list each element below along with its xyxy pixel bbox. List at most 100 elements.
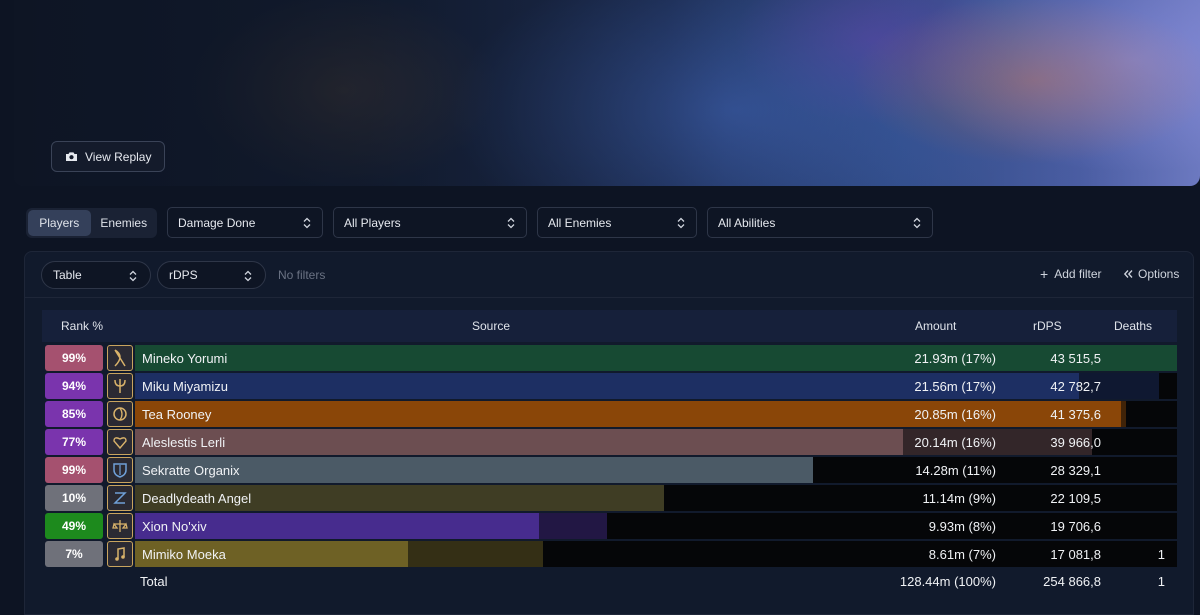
- player-amount: 21.93m (17%): [914, 351, 996, 366]
- damage-bar-track: [135, 373, 1177, 399]
- player-amount: 8.61m (7%): [928, 547, 996, 562]
- damage-bar-track: [135, 541, 1177, 567]
- add-filter-button[interactable]: + Add filter: [1040, 267, 1102, 281]
- spec-icon-frame: [107, 345, 133, 371]
- shield-icon: [113, 463, 127, 478]
- table-row[interactable]: 85% Tea Rooney 20.85m (16%) 41 375,6: [43, 400, 1177, 428]
- player-name[interactable]: Tea Rooney: [142, 407, 211, 422]
- plus-icon: +: [1040, 266, 1049, 282]
- spec-icon-frame: [107, 485, 133, 511]
- spec-icon-frame: [107, 373, 133, 399]
- damage-bar-track: [135, 429, 1177, 455]
- rank-badge: 7%: [45, 541, 103, 567]
- spec-icon-frame: [107, 457, 133, 483]
- add-filter-label: Add filter: [1054, 267, 1102, 281]
- tab-players[interactable]: Players: [28, 210, 91, 236]
- enemies-select-value: All Enemies: [548, 215, 612, 230]
- view-select[interactable]: Table: [41, 261, 151, 289]
- view-select-value: Table: [53, 268, 82, 282]
- damage-bar-track: [135, 513, 1177, 539]
- player-name[interactable]: Mineko Yorumi: [142, 351, 227, 366]
- column-deaths[interactable]: Deaths: [1114, 319, 1152, 333]
- chevron-updown-icon: [677, 217, 685, 229]
- player-amount: 11.14m (9%): [922, 491, 996, 506]
- options-label: Options: [1138, 267, 1180, 281]
- no-filters-text: No filters: [278, 268, 326, 282]
- column-rdps[interactable]: rDPS: [1033, 319, 1062, 333]
- metric-select-value: Damage Done: [178, 215, 256, 230]
- player-name[interactable]: Miku Miyamizu: [142, 379, 228, 394]
- scales-icon: [112, 520, 128, 532]
- player-name[interactable]: Xion No'xiv: [142, 519, 207, 534]
- replay-banner: [14, 0, 1200, 186]
- view-replay-label: View Replay: [85, 149, 152, 164]
- column-source[interactable]: Source: [472, 319, 510, 333]
- spec-icon-frame: [107, 429, 133, 455]
- spec-icon-frame: [107, 541, 133, 567]
- abilities-select[interactable]: All Abilities: [707, 207, 933, 238]
- view-replay-button[interactable]: View Replay: [51, 141, 165, 172]
- total-deaths: 1: [1157, 574, 1165, 589]
- table-row[interactable]: 10% Deadlydeath Angel 11.14m (9%) 22 109…: [43, 484, 1177, 512]
- column-rank[interactable]: Rank %: [61, 319, 103, 333]
- enemies-select[interactable]: All Enemies: [537, 207, 697, 238]
- abilities-select-value: All Abilities: [718, 215, 776, 230]
- camera-icon: [66, 152, 77, 161]
- player-rdps: 43 515,5: [1050, 351, 1101, 366]
- double-chevron-left-icon: [1123, 270, 1133, 278]
- players-select-value: All Players: [344, 215, 401, 230]
- chevron-updown-icon: [244, 270, 252, 282]
- rank-badge: 99%: [45, 345, 103, 371]
- chevron-updown-icon: [303, 217, 311, 229]
- stat-select-value: rDPS: [169, 268, 198, 282]
- rank-badge: 77%: [45, 429, 103, 455]
- player-name[interactable]: Aleslestis Lerli: [142, 435, 225, 450]
- metric-select[interactable]: Damage Done: [167, 207, 323, 238]
- total-label: Total: [140, 574, 168, 589]
- player-amount: 20.14m (16%): [914, 435, 996, 450]
- player-rows: 99% Mineko Yorumi 21.93m (17%) 43 515,5 …: [43, 344, 1177, 568]
- player-name[interactable]: Deadlydeath Angel: [142, 491, 251, 506]
- music-note-icon: [115, 547, 125, 561]
- players-enemies-toggle: Players Enemies: [26, 208, 157, 238]
- amount-bar: [135, 429, 903, 455]
- rank-badge: 49%: [45, 513, 103, 539]
- rank-badge: 99%: [45, 457, 103, 483]
- damage-bar-track: [135, 401, 1177, 427]
- chevron-updown-icon: [507, 217, 515, 229]
- table-row[interactable]: 94% Miku Miyamizu 21.56m (17%) 42 782,7: [43, 372, 1177, 400]
- player-rdps: 19 706,6: [1050, 519, 1101, 534]
- players-select[interactable]: All Players: [333, 207, 527, 238]
- column-amount[interactable]: Amount: [915, 319, 956, 333]
- damage-panel: Table rDPS No filters + Add filter Optio…: [24, 251, 1194, 615]
- table-row[interactable]: 99% Mineko Yorumi 21.93m (17%) 43 515,5: [43, 344, 1177, 372]
- chevron-updown-icon: [913, 217, 921, 229]
- table-row[interactable]: 7% Mimiko Moeka 8.61m (7%) 17 081,8 1: [43, 540, 1177, 568]
- tab-enemies[interactable]: Enemies: [93, 210, 156, 236]
- table-row[interactable]: 77% Aleslestis Lerli 20.14m (16%) 39 966…: [43, 428, 1177, 456]
- damage-bar-track: [135, 457, 1177, 483]
- bow-icon: [114, 349, 126, 367]
- player-amount: 14.28m (11%): [915, 463, 996, 478]
- stat-select[interactable]: rDPS: [157, 261, 266, 289]
- player-rdps: 28 329,1: [1050, 463, 1101, 478]
- trident-icon: [114, 379, 126, 393]
- heart-icon: [113, 437, 127, 450]
- total-rdps: 254 866,8: [1043, 574, 1101, 589]
- player-amount: 21.56m (17%): [914, 379, 996, 394]
- player-name[interactable]: Mimiko Moeka: [142, 547, 226, 562]
- chevron-updown-icon: [129, 270, 137, 282]
- player-amount: 9.93m (8%): [928, 519, 996, 534]
- player-name[interactable]: Sekratte Organix: [142, 463, 240, 478]
- table-row[interactable]: 49% Xion No'xiv 9.93m (8%) 19 706,6: [43, 512, 1177, 540]
- damage-bar-track: [135, 485, 1177, 511]
- player-rdps: 42 782,7: [1050, 379, 1101, 394]
- player-rdps: 39 966,0: [1050, 435, 1101, 450]
- slash-icon: [113, 492, 127, 504]
- rank-badge: 94%: [45, 373, 103, 399]
- spec-icon-frame: [107, 513, 133, 539]
- total-amount: 128.44m (100%): [899, 574, 996, 589]
- table-header: Rank % Source Amount rDPS Deaths: [42, 310, 1177, 342]
- table-row[interactable]: 99% Sekratte Organix 14.28m (11%) 28 329…: [43, 456, 1177, 484]
- options-button[interactable]: Options: [1123, 267, 1179, 281]
